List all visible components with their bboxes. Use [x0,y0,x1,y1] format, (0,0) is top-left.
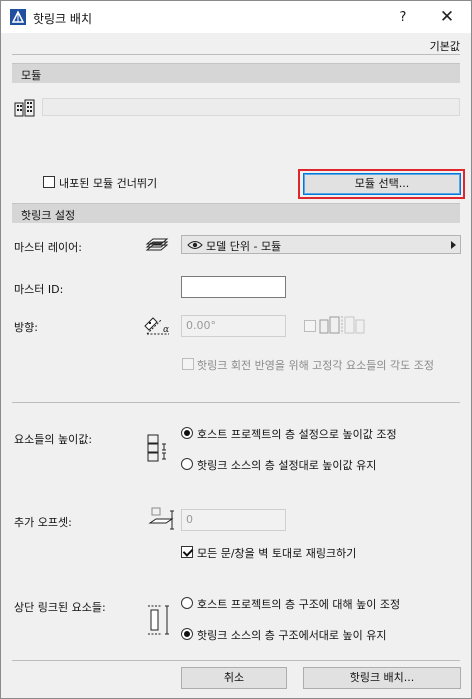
chevron-right-icon [451,241,456,249]
top-linked-option-host: 호스트 프로젝트의 층 구조에 대해 높이 조정 [197,598,401,611]
orientation-value: 0.00° [186,319,216,332]
mirror-buildings-icon [319,316,365,334]
elevation-option-source: 핫링크 소스의 층 설정대로 높이값 유지 [197,459,377,472]
mirror-checkbox[interactable] [304,320,316,332]
hotlink-placement-dialog: 핫링크 배치 ? ✕ 기본값 모듈 내포된 모듈 건너뛰기 모듈 선택... 핫… [0,0,472,699]
help-button[interactable]: ? [389,7,417,29]
module-section-header: 모듈 [12,63,460,83]
orientation-label: 방향: [14,321,38,334]
top-linked-option-source: 핫링크 소스의 층 구조에서대로 높이 유지 [197,629,387,642]
fixed-angle-label: 핫링크 회전 반영을 위해 고정각 요소들의 각도 조정 [197,359,434,372]
skip-nested-modules-checkbox[interactable] [43,176,55,188]
divider [12,660,460,661]
master-id-input[interactable] [181,276,286,298]
module-name-field [42,98,460,116]
offset-label: 추가 오프셋: [14,516,72,529]
window-title: 핫링크 배치 [33,12,93,26]
top-linked-radio-source[interactable] [181,628,193,640]
defaults-link[interactable]: 기본값 [430,38,460,54]
divider [12,402,460,403]
offset-height-icon [148,507,174,530]
hotlink-settings-title: 핫링크 설정 [21,209,76,222]
elevation-radio-host[interactable] [181,427,193,439]
elevation-option-host: 호스트 프로젝트의 층 설정으로 높이값 조정 [197,428,397,441]
module-building-icon [14,99,35,117]
top-linked-radio-host[interactable] [181,597,193,609]
offset-input[interactable]: 0 [181,509,286,531]
hotlink-settings-header: 핫링크 설정 [12,203,460,223]
layers-icon [145,238,169,251]
svg-text:α: α [163,325,169,335]
module-section-title: 모듈 [21,69,42,82]
master-id-label: 마스터 ID: [14,283,64,296]
orientation-input[interactable]: 0.00° [181,315,286,337]
cancel-button[interactable]: 취소 [181,667,287,689]
eye-icon [187,241,203,249]
story-elevation-icon [147,434,166,462]
elevation-label: 요소들의 높이값: [14,433,93,446]
fixed-angle-checkbox[interactable] [182,358,194,370]
close-button[interactable]: ✕ [433,5,461,29]
place-hotlink-button[interactable]: 핫링크 배치... [303,667,461,689]
select-module-button[interactable]: 모듈 선택... [303,173,461,195]
rotation-angle-icon: α [144,317,169,335]
elevation-radio-source[interactable] [181,458,193,470]
master-layer-label: 마스터 레이어: [14,241,82,254]
divider [12,54,460,55]
archicad-app-icon [10,9,26,25]
master-layer-dropdown[interactable]: 모델 단위 - 모듈 [181,235,461,254]
title-bar: 핫링크 배치 ? ✕ [1,1,471,33]
top-linked-label: 상단 링크된 요소들: [14,601,106,614]
top-link-icon [148,605,169,635]
relink-doors-checkbox[interactable] [181,546,193,558]
master-layer-value: 모델 단위 - 모듈 [206,240,282,253]
skip-nested-modules-label: 내포된 모듈 건너뛰기 [59,177,158,190]
offset-value: 0 [186,513,193,526]
relink-doors-label: 모든 문/창을 벽 토대로 재링크하기 [197,547,357,560]
